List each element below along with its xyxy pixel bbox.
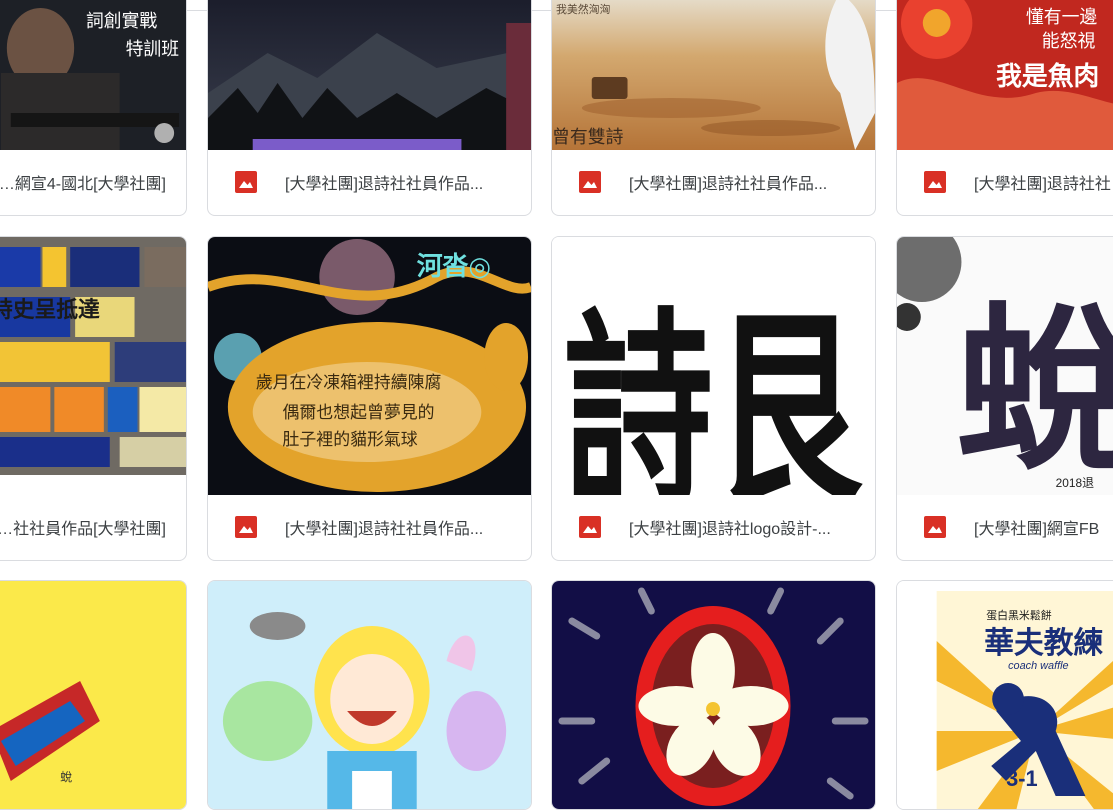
logo-glyph: 詩艮 bbox=[564, 291, 863, 495]
image-file-icon bbox=[579, 171, 601, 193]
file-card[interactable] bbox=[551, 580, 876, 810]
image-file-icon bbox=[579, 516, 601, 538]
file-card[interactable]: 蛻 bbox=[0, 580, 187, 810]
thumb-text: 懂有一邊 bbox=[1026, 7, 1097, 28]
file-caption: [大學社團]退詩社社 bbox=[897, 149, 1113, 215]
file-title: [大學社團]退詩社社員作品... bbox=[0, 515, 186, 539]
file-thumbnail: 詩艮 bbox=[552, 237, 875, 495]
file-thumbnail: 蛋白黑米鬆餅 華夫教練 coach waffle 3-1 bbox=[897, 581, 1113, 810]
file-title: [大學社團]退詩社社員作品... bbox=[285, 170, 503, 194]
thumb-text: 詩史呈抵達 bbox=[0, 297, 100, 323]
file-title: [大學社團]社課網宣4-國北... bbox=[0, 170, 186, 194]
image-file-icon bbox=[235, 171, 257, 193]
file-title: [大學社團]退詩社社 bbox=[974, 170, 1113, 194]
file-caption: [大學社團]退詩社社員作品... bbox=[0, 494, 186, 560]
thumb-text: 偶爾也想起曾夢見的 bbox=[283, 402, 435, 422]
thumb-text: 河沓◎ bbox=[417, 252, 491, 282]
file-card[interactable]: 蛋白黑米鬆餅 華夫教練 coach waffle 3-1 bbox=[896, 580, 1113, 810]
file-thumbnail: 詞創實戰 特訓班 bbox=[0, 0, 186, 150]
thumb-text: 蛋白黑米鬆餅 bbox=[986, 608, 1051, 622]
file-thumbnail: 懂有一邊 能怒視 我是魚肉 bbox=[897, 0, 1113, 150]
file-card[interactable]: 蛻 2018退 [大學社團]網宣FB bbox=[896, 236, 1113, 561]
image-file-icon bbox=[924, 516, 946, 538]
file-title: [大學社團]退詩社社員作品... bbox=[285, 515, 503, 539]
file-title: [大學社團]網宣FB bbox=[974, 515, 1113, 539]
file-caption: [大學社團]網宣FB bbox=[897, 494, 1113, 560]
file-caption: [大學社團]退詩社社員作品... bbox=[208, 494, 531, 560]
file-thumbnail: 蛻 bbox=[0, 581, 186, 810]
file-card[interactable]: 懂有一邊 能怒視 我是魚肉 [大學社團]退詩社社 bbox=[896, 0, 1113, 216]
thumb-glyph: 蛻 bbox=[957, 284, 1113, 495]
file-card[interactable] bbox=[207, 580, 532, 810]
file-caption: [大學社團]退詩社logo設計-... bbox=[552, 494, 875, 560]
file-thumbnail bbox=[208, 581, 531, 810]
thumb-text: 特訓班 bbox=[126, 39, 180, 60]
file-thumbnail: 詩史呈抵達 bbox=[0, 237, 186, 495]
file-caption: [大學社團]退詩社社員作品... bbox=[552, 149, 875, 215]
file-card[interactable]: [大學社團]退詩社社員作品... bbox=[207, 0, 532, 216]
image-file-icon bbox=[924, 171, 946, 193]
file-title: [大學社團]退詩社logo設計-... bbox=[629, 515, 851, 539]
file-thumbnail: 蛻 2018退 bbox=[897, 237, 1113, 495]
file-caption: [大學社團]社課網宣4-國北... bbox=[0, 149, 186, 215]
thumb-text: 我美然洶洶 bbox=[556, 2, 611, 16]
file-thumbnail bbox=[208, 0, 531, 150]
file-card[interactable]: 詩史呈抵達 [大學社團]退詩社社員作品... bbox=[0, 236, 187, 561]
thumb-text: 能怒視 bbox=[1042, 31, 1096, 52]
file-thumbnail: 我美然洶洶 曾有雙詩 bbox=[552, 0, 875, 150]
file-card[interactable]: 我美然洶洶 曾有雙詩 [大學社團]退詩社社員作品... bbox=[551, 0, 876, 216]
thumb-text: 3-1 bbox=[1006, 766, 1038, 791]
thumb-text: 詞創實戰 bbox=[86, 11, 157, 32]
file-thumbnail bbox=[552, 581, 875, 810]
thumb-text: 我是魚肉 bbox=[996, 61, 1099, 92]
thumb-text: coach waffle bbox=[1008, 660, 1069, 672]
thumb-text: 曾有雙詩 bbox=[552, 127, 624, 148]
file-title: [大學社團]退詩社社員作品... bbox=[629, 170, 847, 194]
file-card[interactable]: 詩艮 [大學社團]退詩社logo設計-... bbox=[551, 236, 876, 561]
thumb-text: 華夫教練 bbox=[984, 626, 1103, 661]
thumb-text: 歲月在冷凍箱裡持續陳腐 bbox=[256, 372, 442, 392]
file-caption: [大學社團]退詩社社員作品... bbox=[208, 149, 531, 215]
thumb-text: 蛻 bbox=[60, 770, 72, 784]
thumb-text: 2018退 bbox=[1056, 476, 1094, 490]
thumb-text: 肚子裡的貓形氣球 bbox=[283, 429, 418, 449]
file-card[interactable]: 河沓◎ 歲月在冷凍箱裡持續陳腐 偶爾也想起曾夢見的 肚子裡的貓形氣球 [大學社團… bbox=[207, 236, 532, 561]
file-thumbnail: 河沓◎ 歲月在冷凍箱裡持續陳腐 偶爾也想起曾夢見的 肚子裡的貓形氣球 bbox=[208, 237, 531, 495]
file-card[interactable]: 詞創實戰 特訓班 [大學社團]社課網宣4-國北... bbox=[0, 0, 187, 216]
image-file-icon bbox=[235, 516, 257, 538]
